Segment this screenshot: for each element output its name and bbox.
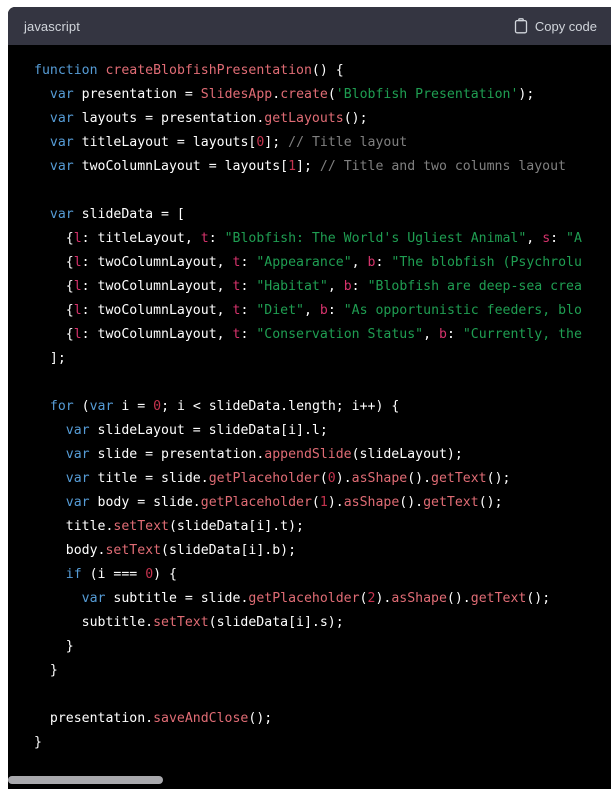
source-code: function createBlobfishPresentation() { …: [34, 63, 582, 750]
code-language-label: javascript: [24, 18, 80, 34]
code-block-header: javascript Copy code: [8, 7, 611, 45]
code-block: javascript Copy code function createBlob…: [8, 7, 611, 789]
copy-code-label: Copy code: [534, 18, 597, 34]
horizontal-scrollbar-track[interactable]: [8, 771, 611, 789]
clipboard-icon: [514, 18, 528, 34]
code-content-area[interactable]: function createBlobfishPresentation() { …: [8, 45, 611, 789]
horizontal-scrollbar-thumb[interactable]: [8, 776, 163, 784]
copy-code-button[interactable]: Copy code: [514, 18, 597, 34]
